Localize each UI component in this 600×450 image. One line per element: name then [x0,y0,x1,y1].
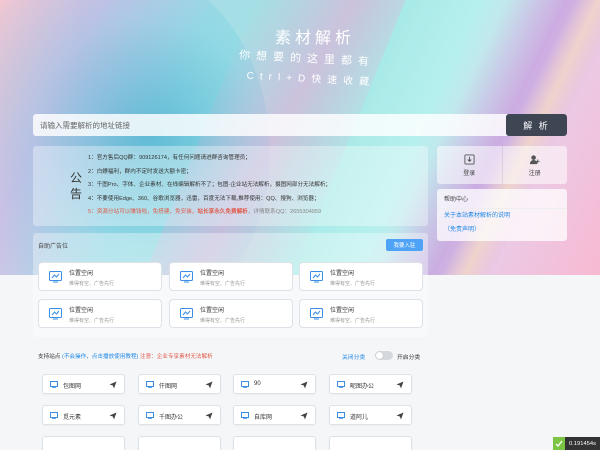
toggle-knob [376,352,383,359]
parse-button[interactable]: 解 析 [506,114,567,136]
ad-icon [310,271,323,283]
site-icon [146,412,154,419]
notice-text: 5：资源分站可以赚钱啦，免搭建，免安装， [88,209,198,215]
login-label: 登录 [463,170,476,177]
send-icon [396,381,404,389]
ad-slot[interactable]: 位置空闲 难得有空、广告先行 [38,262,162,291]
ad-slot[interactable]: 位置空闲 难得有空、广告先行 [38,299,162,328]
site-card[interactable] [329,436,412,450]
url-input[interactable] [33,114,506,136]
ad-slot-title: 位置空闲 [69,308,94,314]
send-icon [300,381,308,389]
site-name: 90 [254,381,261,387]
announcement-label: 公告 [70,171,83,201]
search-bar: 解 析 [33,114,567,136]
ad-slot[interactable]: 位置空闲 难得有空、广告先行 [169,262,293,291]
site-icon [337,412,345,419]
notice-highlight: 站长享永久免费解析 [197,209,248,215]
category-toggle[interactable] [375,351,393,360]
notice-contact: ，详情联系QQ：2655304959 [247,209,322,215]
supported-sites-title: 支持站点 (不会操作，点击播放使用教程) 注意：企业专享素材无法解析 [38,352,213,360]
ad-slot-desc: 难得有空、广告先行 [200,318,246,324]
register-button[interactable]: 注册 [501,146,568,184]
site-title: 素材解析 [274,30,355,47]
ad-slot-title: 位置空闲 [200,308,225,314]
page-timer-badge: 0.191454s [553,437,600,450]
help-center-title: 帮助中心 [437,189,567,209]
site-name: 昵图办公 [350,384,375,390]
send-icon [205,412,213,420]
supported-sites-header: 支持站点 (不会操作，点击播放使用教程) 注意：企业专享素材无法解析 关闭分类 … [33,347,428,363]
help-center-panel: 帮助中心 关于本站素材解析的说明 （免责声明） [437,189,567,241]
site-name: 觅元素 [63,415,82,421]
site-icon [146,381,154,388]
help-link-disclaimer[interactable]: （免责声明） [437,223,567,237]
supported-sites-label: 支持站点 [38,354,61,360]
login-icon [464,153,475,165]
ad-slot-desc: 难得有空、广告先行 [200,281,246,287]
register-label: 注册 [528,170,541,177]
ad-slot-title: 位置空闲 [69,271,94,277]
enterprise-note: 注意：企业专享素材无法解析 [139,354,213,360]
user-panel: 登录 注册 [437,146,567,184]
notice-line: 3：千图Pro、字体、企业素材、在线编辑解析不了；包图-企业站无法解析，摄图网部… [88,182,332,188]
ad-slot[interactable]: 位置空闲 难得有空、广告先行 [299,299,423,328]
ad-slot-desc: 难得有空、广告先行 [69,281,115,287]
site-card[interactable]: 道阿儿 [329,405,412,425]
category-off-label[interactable]: 关闭分类 [342,352,365,361]
site-card[interactable]: 仟图网 [138,374,221,394]
send-icon [109,412,117,420]
ad-slot[interactable]: 位置空闲 难得有空、广告先行 [299,262,423,291]
site-name: 仟图网 [159,384,178,390]
notice-line: 4：不要使用Edge、360、谷歌浏览器，迅雷，百度无法下载,推荐使用：QQ、搜… [88,195,320,202]
join-ad-button[interactable]: 我要入驻 [386,239,423,251]
timer-logo-icon [553,437,565,450]
ad-slot-title: 位置空闲 [200,271,225,277]
site-name: 道阿儿 [350,415,369,421]
site-icon [50,412,58,419]
ad-icon [180,308,193,320]
login-button[interactable]: 登录 [437,146,502,184]
site-card[interactable] [42,436,125,450]
site-icon [241,381,249,388]
site-card[interactable] [138,436,221,450]
send-icon [205,381,213,389]
ad-icon [49,271,62,283]
ad-slot-title: 位置空闲 [330,271,355,277]
ad-icon [180,271,193,283]
ad-section-title: 自助广告位 [38,244,69,250]
ad-slot-desc: 难得有空、广告先行 [330,318,376,324]
ad-slot-title: 位置空闲 [330,308,355,314]
ad-icon [310,308,323,320]
send-icon [109,381,117,389]
site-card[interactable] [233,436,316,450]
send-icon [396,412,404,420]
load-time: 0.191454s [565,437,600,450]
site-icon [241,412,249,419]
ad-slot[interactable]: 位置空闲 难得有空、广告先行 [169,299,293,328]
site-icon [50,381,58,388]
site-card[interactable]: 昵图办公 [329,374,412,394]
tutorial-link[interactable]: (不会操作，点击播放使用教程) [62,354,138,360]
announcement-panel: 公告 1：官方售后QQ群：909126174，有任何问题请进群咨询管理员； 2：… [33,146,428,226]
category-on-label[interactable]: 开启分类 [397,352,420,361]
help-link-about[interactable]: 关于本站素材解析的说明 [437,209,567,223]
register-icon [530,154,540,164]
notice-line: 5：资源分站可以赚钱啦，免搭建，免安装，站长享永久免费解析，详情联系QQ：265… [88,206,424,220]
send-icon [300,412,308,420]
site-name: 千图办公 [159,415,184,421]
ad-slot-desc: 难得有空、广告先行 [69,318,115,324]
site-card[interactable]: 自库网 [233,405,316,425]
site-icon [337,381,345,388]
site-card[interactable]: 觅元素 [42,405,125,425]
notice-line: 1：官方售后QQ群：909126174，有任何问题请进群咨询管理员； [88,155,251,161]
site-name: 自库网 [254,415,273,421]
site-card[interactable]: 90 [233,374,316,394]
site-card[interactable]: 包图网 [42,374,125,394]
site-card[interactable]: 千图办公 [138,405,221,425]
ad-slot-desc: 难得有空、广告先行 [330,281,376,287]
ad-icon [49,308,62,320]
notice-line: 2：白嫖福利，群内不定时发送大额卡密； [88,168,192,175]
site-name: 包图网 [63,384,82,390]
